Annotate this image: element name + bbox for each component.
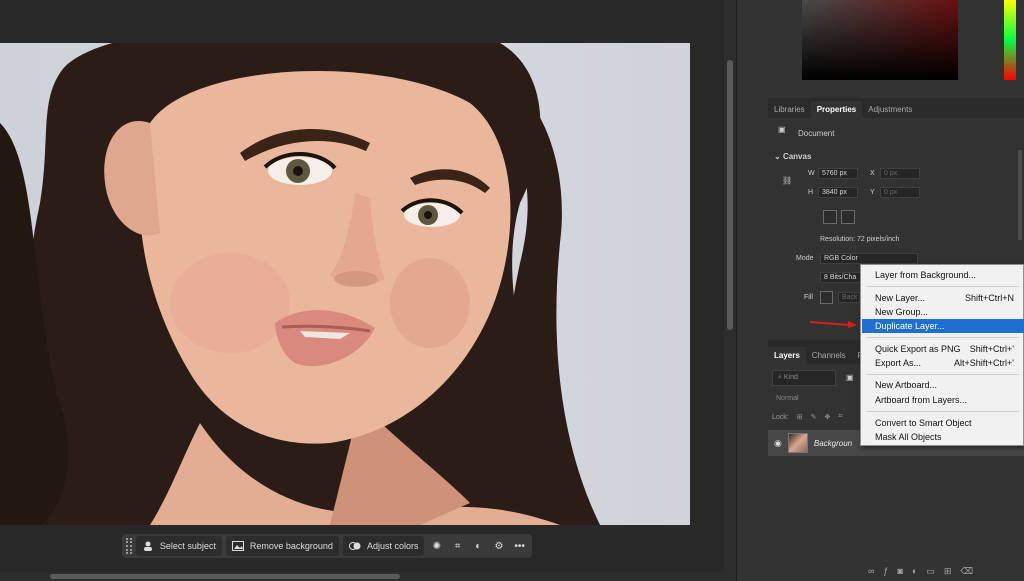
properties-scrollbar[interactable] bbox=[1018, 150, 1022, 240]
menu-item-duplicate-layer[interactable]: Duplicate Layer... bbox=[862, 319, 1024, 333]
tab-properties[interactable]: Properties bbox=[810, 101, 863, 118]
menu-item-mask-all-objects[interactable]: Mask All Objects bbox=[862, 430, 1024, 444]
menu-item-layer-from-background[interactable]: Layer from Background... bbox=[862, 268, 1024, 282]
menu-separator bbox=[867, 411, 1019, 412]
bit-depth-select[interactable]: 8 Bits/Cha bbox=[820, 272, 862, 283]
magic-wand-icon[interactable]: ✺ bbox=[428, 536, 445, 556]
vertical-scrollbar[interactable] bbox=[724, 0, 736, 581]
drag-handle[interactable] bbox=[126, 538, 132, 554]
canvas-section-label[interactable]: ⌄ Canvas bbox=[774, 152, 811, 161]
tab-layers[interactable]: Layers bbox=[768, 347, 806, 364]
fill-swatch[interactable] bbox=[820, 291, 833, 304]
height-label: H bbox=[808, 189, 814, 196]
menu-item-artboard-from-layers[interactable]: Artboard from Layers... bbox=[862, 393, 1024, 407]
mode-select[interactable]: RGB Color bbox=[820, 253, 918, 264]
resolution-text: Resolution: 72 pixels/inch bbox=[820, 236, 900, 243]
chevron-down-icon: ⌄ bbox=[774, 152, 781, 161]
portrait-orientation-button[interactable] bbox=[823, 210, 837, 224]
color-picker-field[interactable] bbox=[802, 0, 958, 80]
move-icon[interactable]: ✥ bbox=[824, 413, 830, 421]
link-icon[interactable]: ⛓ bbox=[782, 176, 792, 185]
hue-slider[interactable] bbox=[1004, 0, 1016, 80]
image-filter-icon[interactable]: ▣ bbox=[846, 373, 854, 382]
remove-background-button[interactable]: Remove background bbox=[225, 536, 339, 556]
lock-row: Lock: ⊞ ✎ ✥ ⌗ bbox=[772, 413, 842, 421]
layer-context-menu: Layer from Background... New Layer... Sh… bbox=[860, 264, 1024, 446]
y-label: Y bbox=[870, 189, 875, 196]
shortcut-text: Shift+Ctrl+' bbox=[969, 344, 1014, 354]
adjust-colors-button[interactable]: Adjust colors bbox=[342, 536, 425, 556]
artboard-icon[interactable]: ⌗ bbox=[838, 413, 842, 421]
tab-channels[interactable]: Channels bbox=[806, 347, 852, 364]
adjustment-layer-icon[interactable]: ◐ bbox=[912, 566, 917, 577]
shortcut-text: Shift+Ctrl+N bbox=[964, 293, 1014, 303]
new-layer-icon[interactable]: ⊞ bbox=[944, 566, 952, 577]
annotation-arrow bbox=[809, 321, 857, 328]
trash-icon[interactable]: ⌫ bbox=[960, 566, 973, 577]
fill-label: Fill bbox=[804, 294, 813, 301]
width-label: W bbox=[808, 170, 815, 177]
document-workspace[interactable]: Select subject Remove background Adjust … bbox=[0, 0, 736, 581]
x-label: X bbox=[870, 170, 875, 177]
menu-item-convert-to-smart-object[interactable]: Convert to Smart Object bbox=[862, 416, 1024, 430]
lock-pixels-icon[interactable]: ⊞ bbox=[797, 413, 803, 421]
lock-label: Lock: bbox=[772, 413, 789, 421]
contextual-task-bar: Select subject Remove background Adjust … bbox=[122, 534, 532, 558]
layers-footer-toolbar: ∞ ƒ ◙ ◐ ▭ ⊞ ⌫ bbox=[868, 566, 973, 577]
image-icon bbox=[231, 541, 244, 551]
portrait-image bbox=[0, 43, 600, 525]
adjustment-icon[interactable]: ◐ bbox=[470, 536, 487, 556]
menu-item-new-artboard[interactable]: New Artboard... bbox=[862, 378, 1024, 392]
properties-tab-bar: Libraries Properties Adjustments bbox=[768, 98, 1024, 118]
select-subject-button[interactable]: Select subject bbox=[135, 536, 222, 556]
menu-separator bbox=[867, 337, 1019, 338]
layer-filter-kind[interactable]: ⌕ Kind bbox=[772, 370, 836, 386]
canvas-photo[interactable] bbox=[0, 43, 690, 525]
document-icon: ▣ bbox=[778, 125, 786, 134]
panel-collapsed-strip bbox=[736, 0, 768, 581]
link-layers-icon[interactable]: ∞ bbox=[868, 566, 874, 577]
settings-icon[interactable]: ⚙ bbox=[491, 536, 508, 556]
height-field[interactable]: 3840 px bbox=[818, 187, 858, 198]
tab-adjustments[interactable]: Adjustments bbox=[862, 101, 918, 118]
search-icon: ⌕ bbox=[778, 374, 782, 381]
menu-item-new-layer[interactable]: New Layer... Shift+Ctrl+N bbox=[862, 291, 1024, 305]
layer-name: Backgroun bbox=[813, 438, 853, 448]
width-field[interactable]: 5760 px bbox=[818, 168, 858, 179]
folder-icon[interactable]: ▭ bbox=[926, 566, 935, 577]
menu-separator bbox=[867, 374, 1019, 375]
mask-icon[interactable]: ◙ bbox=[897, 566, 902, 577]
layer-thumbnail bbox=[787, 433, 808, 453]
fx-icon[interactable]: ƒ bbox=[883, 566, 888, 577]
person-icon bbox=[142, 541, 154, 551]
transform-icon[interactable]: ⌗ bbox=[449, 536, 466, 556]
menu-separator bbox=[867, 286, 1019, 287]
menu-item-new-group[interactable]: New Group... bbox=[862, 305, 1024, 319]
more-options-icon[interactable]: ••• bbox=[511, 536, 528, 556]
section-label: Document bbox=[798, 129, 835, 138]
color-circles-icon bbox=[348, 541, 361, 551]
tab-libraries[interactable]: Libraries bbox=[768, 101, 811, 118]
landscape-orientation-button[interactable] bbox=[841, 210, 855, 224]
visibility-eye-icon[interactable]: ◉ bbox=[774, 438, 782, 449]
fill-select[interactable]: Back bbox=[838, 292, 860, 303]
mode-label: Mode bbox=[796, 255, 814, 262]
blend-mode-select[interactable]: Normal bbox=[772, 392, 852, 406]
shortcut-text: Alt+Shift+Ctrl+' bbox=[954, 358, 1014, 368]
menu-item-quick-export-png[interactable]: Quick Export as PNG Shift+Ctrl+' bbox=[862, 342, 1024, 356]
x-field[interactable]: 0 px bbox=[880, 168, 920, 179]
menu-item-export-as[interactable]: Export As... Alt+Shift+Ctrl+' bbox=[862, 356, 1024, 370]
brush-icon[interactable]: ✎ bbox=[811, 413, 817, 421]
horizontal-scrollbar[interactable] bbox=[0, 572, 736, 581]
y-field[interactable]: 0 px bbox=[880, 187, 920, 198]
